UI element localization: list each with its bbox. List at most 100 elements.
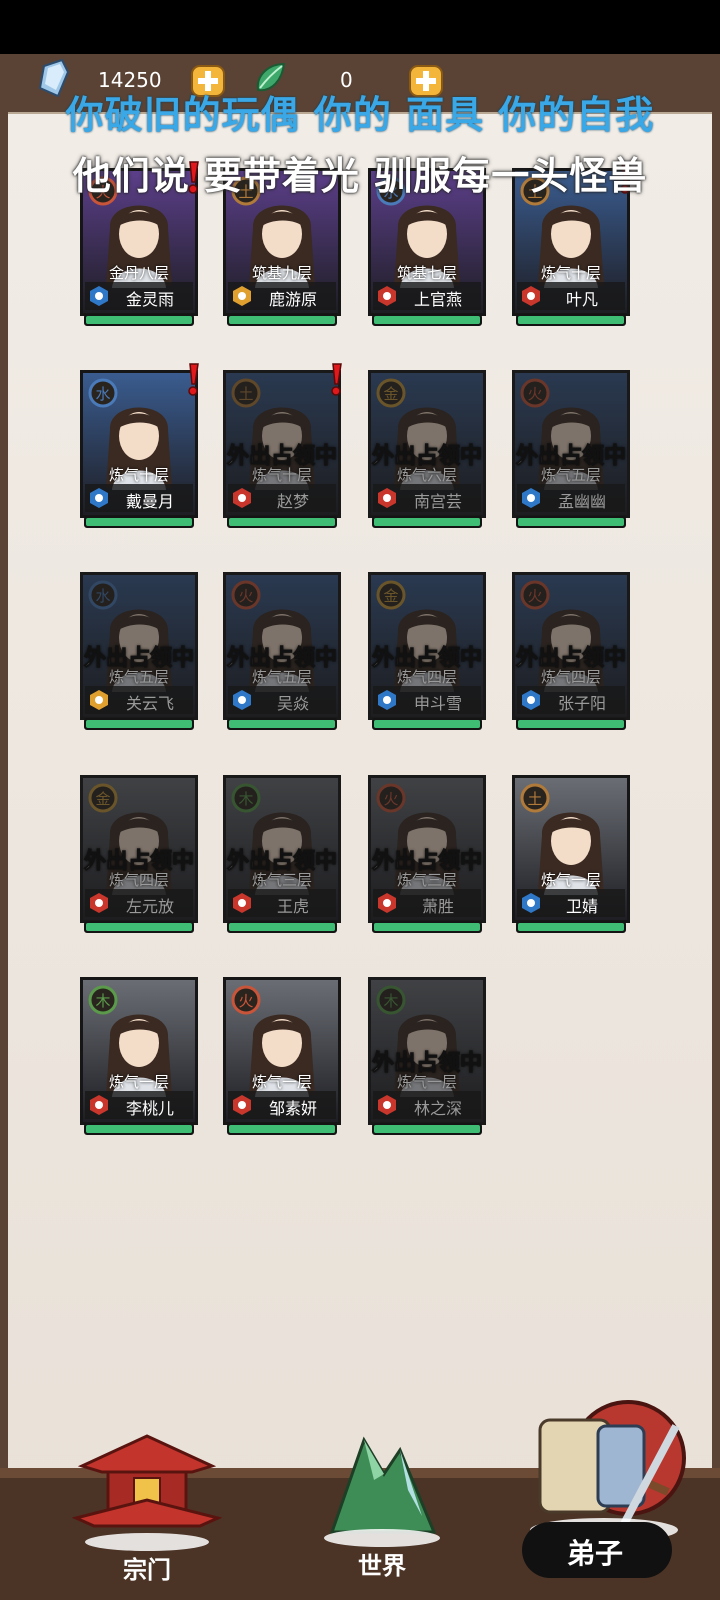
away-status-label: 外出占领中 [515, 443, 626, 470]
disciple-name: 金灵雨 [125, 290, 174, 309]
svg-text:水: 水 [95, 385, 110, 403]
element-badge-icon: 木 [88, 985, 118, 1015]
disciple-name: 叶凡 [565, 290, 598, 309]
element-badge-icon: 土 [520, 783, 550, 813]
disciple-hp-bar [227, 1123, 337, 1135]
sect-badge-icon [233, 690, 251, 710]
sect-badge-icon [378, 286, 396, 306]
disciple-hp-bar [516, 516, 626, 528]
disciple-name: 南宫芸 [413, 492, 462, 511]
disciple-card[interactable]: 火炼气三层萧胜外出占领中 [368, 775, 486, 935]
sect-badge-icon [378, 488, 396, 508]
disciple-name: 萧胜 [421, 897, 454, 916]
disciple-name: 李桃儿 [125, 1099, 174, 1118]
disciple-realm: 炼气十层 [540, 264, 601, 282]
alert-icon [186, 362, 200, 396]
bottom-navigation: 宗门 世界 弟子 [0, 1400, 720, 1600]
disciple-name: 左元放 [125, 897, 174, 916]
nav-sect-button[interactable]: 宗门 [71, 1422, 223, 1592]
nav-world-label: 世界 [358, 1551, 406, 1580]
away-status-label: 外出占领中 [83, 848, 194, 875]
sect-badge-icon [378, 690, 396, 710]
away-status-label: 外出占领中 [83, 645, 194, 672]
disciple-hp-bar [84, 314, 194, 326]
away-status-label: 外出占领中 [371, 645, 482, 672]
disciple-hp-bar [84, 718, 194, 730]
nav-disciples-label: 弟子 [566, 1537, 623, 1570]
nav-world-button[interactable]: 世界 [312, 1420, 452, 1590]
sect-badge-icon [233, 286, 251, 306]
lyric-line-1: 你破旧的玩偶 你的 面具 你的自我 [65, 93, 655, 137]
element-badge-icon: 水 [88, 378, 118, 408]
disciple-card[interactable]: 火炼气一层邹素妍 [223, 977, 341, 1137]
disciple-hp-bar [372, 314, 482, 326]
disciple-realm: 炼气一层 [251, 1073, 312, 1091]
sect-badge-icon [522, 690, 540, 710]
away-status-label: 外出占领中 [371, 1050, 482, 1077]
disciple-name: 张子阳 [557, 694, 606, 713]
status-bar-area [0, 0, 720, 54]
disciple-realm: 筑基九层 [251, 264, 312, 282]
disciple-hp-bar [516, 921, 626, 933]
away-status-label: 外出占领中 [226, 645, 337, 672]
disciple-hp-bar [227, 718, 337, 730]
disciple-name: 赵梦 [276, 492, 309, 511]
disciple-name: 申斗雪 [413, 694, 462, 713]
element-badge-icon: 火 [231, 985, 261, 1015]
disciple-hp-bar [227, 516, 337, 528]
disciple-name: 上官燕 [413, 290, 462, 309]
disciple-card[interactable]: 金炼气四层左元放外出占领中 [80, 775, 198, 935]
sect-badge-icon [522, 893, 540, 913]
disciple-card[interactable]: 水炼气十层戴曼月 [80, 370, 198, 530]
disciple-name: 孟幽幽 [557, 492, 606, 511]
disciple-hp-bar [516, 314, 626, 326]
away-status-label: 外出占领中 [371, 443, 482, 470]
disciple-card[interactable]: 金炼气四层申斗雪外出占领中 [368, 572, 486, 732]
disciple-card[interactable]: 木炼气一层林之深外出占领中 [368, 977, 486, 1137]
disciple-card[interactable]: 火炼气四层张子阳外出占领中 [512, 572, 630, 732]
disciple-realm: 炼气十层 [108, 466, 169, 484]
sect-badge-icon [90, 286, 108, 306]
world-mountain-icon [324, 1436, 440, 1547]
disciple-name: 吴焱 [276, 694, 309, 713]
svg-text:土: 土 [527, 790, 542, 808]
sect-badge-icon [90, 690, 108, 710]
disciple-card[interactable]: 木炼气三层王虎外出占领中 [223, 775, 341, 935]
sect-badge-icon [90, 488, 108, 508]
sect-badge-icon [233, 1095, 251, 1115]
disciple-name: 邹素妍 [268, 1099, 317, 1118]
disciple-hp-bar [84, 921, 194, 933]
disciple-card[interactable]: 火炼气五层孟幽幽外出占领中 [512, 370, 630, 530]
alert-icon [329, 362, 343, 396]
disciple-realm: 筑基七层 [396, 264, 457, 282]
disciple-name: 关云飞 [125, 694, 174, 713]
disciple-hp-bar [84, 1123, 194, 1135]
away-status-label: 外出占领中 [371, 848, 482, 875]
disciple-name: 戴曼月 [125, 492, 174, 511]
disciple-name: 卫婧 [565, 897, 598, 916]
disciple-card[interactable]: 水炼气五层关云飞外出占领中 [80, 572, 198, 732]
svg-text:火: 火 [238, 992, 253, 1010]
sect-badge-icon [378, 1095, 396, 1115]
disciple-hp-bar [372, 921, 482, 933]
disciple-realm: 炼气一层 [108, 1073, 169, 1091]
disciple-hp-bar [227, 921, 337, 933]
disciple-hp-bar [84, 516, 194, 528]
disciple-realm: 金丹八层 [108, 264, 169, 282]
disciple-card[interactable]: 土炼气一层 卫婧 [512, 775, 630, 935]
disciple-card[interactable]: 木炼气一层李桃儿 [80, 977, 198, 1137]
disciple-hp-bar [372, 516, 482, 528]
disciple-card[interactable]: 火炼气五层吴焱外出占领中 [223, 572, 341, 732]
lyric-line-2: 他们说 要带着光 驯服每一头怪兽 [72, 154, 648, 198]
sect-badge-icon [90, 893, 108, 913]
disciple-card[interactable]: 土炼气十层赵梦外出占领中 [223, 370, 341, 530]
disciple-card[interactable]: 金炼气六层南宫芸外出占领中 [368, 370, 486, 530]
sect-badge-icon [378, 893, 396, 913]
disciple-hp-bar [227, 314, 337, 326]
sect-pavilion-icon [71, 1434, 223, 1551]
nav-disciples-button[interactable]: 弟子 [500, 1386, 690, 1596]
disciple-name: 王虎 [276, 897, 309, 916]
away-status-label: 外出占领中 [515, 645, 626, 672]
disciple-hp-bar [516, 718, 626, 730]
away-status-label: 外出占领中 [226, 848, 337, 875]
